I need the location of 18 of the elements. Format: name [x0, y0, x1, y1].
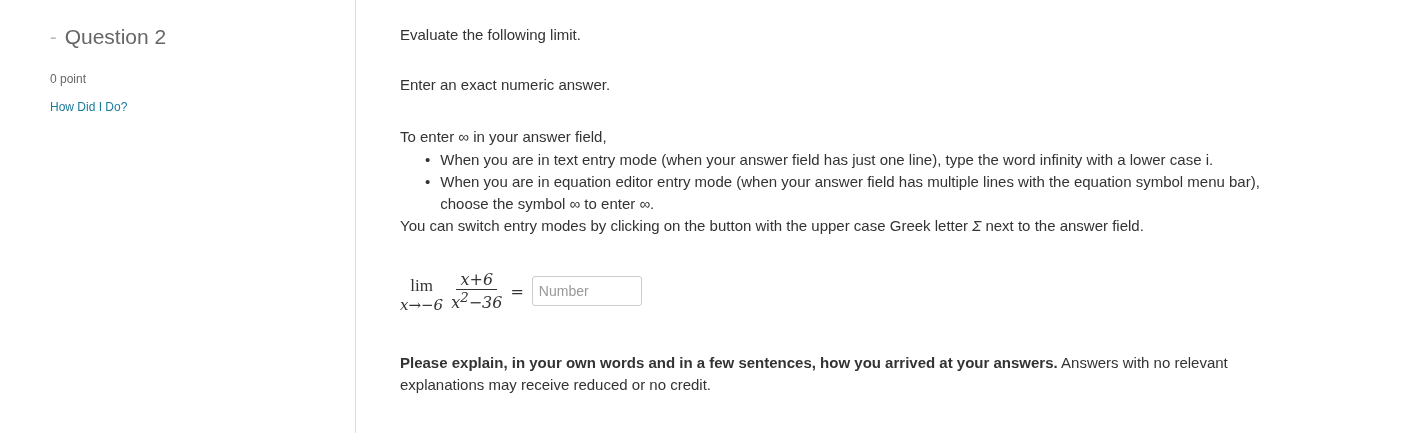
answer-field[interactable]: Number — [531, 276, 642, 306]
prompt-text: Evaluate the following limit. — [400, 26, 582, 43]
intro-text: To enter ∞ in your answer field, — [400, 128, 608, 145]
instruction-text: Enter an exact numeric answer. — [400, 76, 612, 93]
equals-sign: = — [510, 281, 524, 301]
limit-subscript: x→−6 — [400, 296, 444, 314]
switch-note: You can switch entry modes by clicking on the button with the upper case Greek letter Σ next to the answer field. — [400, 217, 1145, 234]
question-title: Question 2 — [64, 25, 167, 49]
instruction-bullet: When you are in equation editor entry mode (when your answer field has multiple lines with the equation symbol menu bar), choose the symbol ∞ to enter ∞. — [440, 172, 1261, 214]
explanation-text: Please explain, in your own words and in a few sentences, how you arrived at your answers. Answers with no relevant explanations may receive reduced or no credit. — [400, 353, 1229, 395]
fraction-numerator: x+6 — [456, 269, 498, 290]
instruction-bullet: When you are in text entry mode (when your answer field has just one line), type the word infinity with a lower case i. — [440, 150, 1214, 170]
bullet-marker: • — [425, 172, 431, 192]
limit-operator: lim — [410, 276, 433, 296]
fraction-denominator: x$^{2}$−36 — [451, 289, 503, 313]
bullet-marker: • — [425, 150, 431, 170]
how-did-i-do-link[interactable]: How Did I Do? — [50, 100, 128, 114]
points-label: 0 point — [50, 72, 88, 86]
